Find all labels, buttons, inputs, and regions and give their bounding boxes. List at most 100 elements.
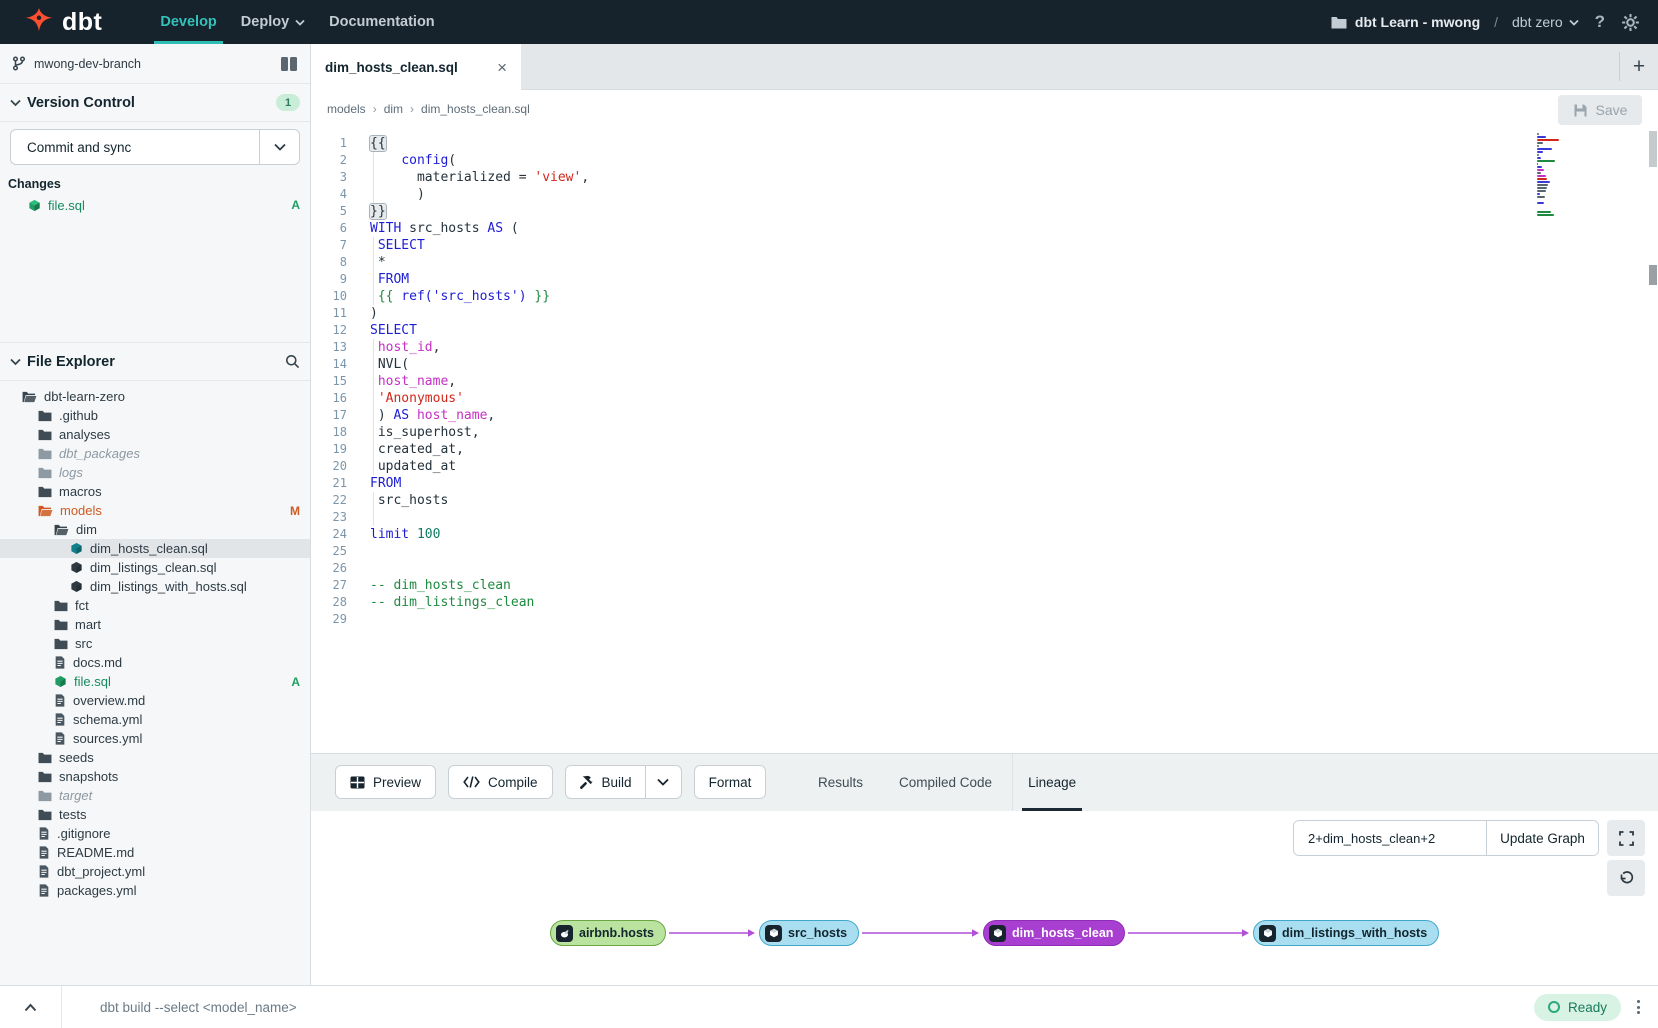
changed-file-row[interactable]: file.sql A [0,195,310,215]
kebab-menu-icon[interactable] [1637,1000,1640,1014]
code-line[interactable]: FROM [370,475,1528,492]
code-line[interactable]: ) [370,186,1528,203]
version-control-header[interactable]: Version Control 1 [0,84,310,122]
tree-item[interactable]: macros [0,482,310,501]
tree-item[interactable]: .gitignore [0,824,310,843]
save-button[interactable]: Save [1558,95,1642,125]
code-line[interactable]: src_hosts [370,492,1528,509]
breadcrumb-file[interactable]: dim_hosts_clean.sql [421,102,530,116]
tree-item[interactable]: overview.md [0,691,310,710]
lineage-node-dim-hosts-clean[interactable]: dim_hosts_clean [983,920,1125,946]
tree-item[interactable]: modelsM [0,501,310,520]
tab-lineage[interactable]: Lineage [1022,754,1082,811]
code-line[interactable]: host_name, [370,373,1528,390]
tree-item[interactable]: dim_listings_with_hosts.sql [0,577,310,596]
code-line[interactable]: host_id, [370,339,1528,356]
code-line[interactable] [370,543,1528,560]
lineage-canvas[interactable]: Update Graph airbnb.hosts src_hosts dim_ho… [311,811,1658,985]
fullscreen-button[interactable] [1607,820,1645,856]
tree-item[interactable]: dim [0,520,310,539]
close-icon[interactable]: × [497,59,507,76]
reset-view-button[interactable] [1607,860,1645,896]
code-line[interactable]: -- dim_hosts_clean [370,577,1528,594]
tree-item[interactable]: dbt_packages [0,444,310,463]
tree-item[interactable]: schema.yml [0,710,310,729]
gear-icon[interactable] [1621,13,1640,32]
code-line[interactable]: NVL( [370,356,1528,373]
tree-item[interactable]: .github [0,406,310,425]
code-line[interactable]: config( [370,152,1528,169]
code-line[interactable]: SELECT [370,237,1528,254]
tree-item[interactable]: dbt_project.yml [0,862,310,881]
panels-icon[interactable] [281,57,298,71]
tree-item[interactable]: dim_listings_clean.sql [0,558,310,577]
breadcrumb-dim[interactable]: dim [384,102,403,116]
dbt-logo[interactable]: dbt [24,7,102,37]
code-line[interactable]: ) AS host_name, [370,407,1528,424]
tree-item[interactable]: mart [0,615,310,634]
lineage-selector-input[interactable] [1294,821,1486,855]
tree-item[interactable]: snapshots [0,767,310,786]
code-line[interactable] [370,611,1528,628]
code-content[interactable]: {{ config( materialized = 'view', )}}WIT… [370,135,1528,628]
tab-compiled-code[interactable]: Compiled Code [893,754,998,811]
tree-item[interactable]: file.sqlA [0,672,310,691]
tree-item[interactable]: logs [0,463,310,482]
tree-item[interactable]: seeds [0,748,310,767]
code-line[interactable]: limit 100 [370,526,1528,543]
code-line[interactable]: WITH src_hosts AS ( [370,220,1528,237]
build-button[interactable]: Build [566,766,645,798]
search-icon[interactable] [285,354,300,369]
tree-item[interactable]: dbt-learn-zero [0,387,310,406]
minimap[interactable] [1537,133,1563,220]
commit-and-sync-button[interactable]: Commit and sync [10,129,300,165]
code-editor[interactable]: 1234567891011121314151617181920212223242… [311,128,1658,753]
file-explorer-header[interactable]: File Explorer [0,343,310,381]
tree-item[interactable]: README.md [0,843,310,862]
tree-item[interactable]: src [0,634,310,653]
tree-item[interactable]: sources.yml [0,729,310,748]
lineage-node-dim-listings-with-hosts[interactable]: dim_listings_with_hosts [1253,920,1439,946]
lineage-node-airbnb-hosts[interactable]: airbnb.hosts [550,920,666,946]
code-line[interactable]: {{ [370,135,1528,152]
breadcrumb-models[interactable]: models [327,102,366,116]
nav-item-deploy[interactable]: Deploy [229,0,317,44]
code-line[interactable]: 'Anonymous' [370,390,1528,407]
code-line[interactable]: ) [370,305,1528,322]
lineage-node-src-hosts[interactable]: src_hosts [759,920,859,946]
update-graph-button[interactable]: Update Graph [1486,821,1598,855]
tree-item[interactable]: target [0,786,310,805]
code-line[interactable]: SELECT [370,322,1528,339]
code-line[interactable]: is_superhost, [370,424,1528,441]
code-line[interactable]: updated_at [370,458,1528,475]
scrollbar-thumb[interactable] [1649,131,1657,167]
new-tab-button[interactable]: + [1626,55,1652,79]
tree-item[interactable]: dim_hosts_clean.sql [0,539,310,558]
code-line[interactable] [370,509,1528,526]
chevron-up-icon[interactable] [0,986,62,1028]
project-selector[interactable]: dbt Learn - mwong [1331,14,1480,30]
preview-button[interactable]: Preview [335,765,436,799]
help-icon[interactable]: ? [1593,12,1607,32]
code-line[interactable] [370,560,1528,577]
code-line[interactable]: * [370,254,1528,271]
code-line[interactable]: }} [370,203,1528,220]
command-input[interactable]: dbt build --select <model_name> [100,1000,1534,1015]
environment-selector[interactable]: dbt zero [1512,14,1579,30]
compile-button[interactable]: Compile [448,765,553,799]
nav-item-develop[interactable]: Develop [148,0,228,44]
format-button[interactable]: Format [694,765,767,799]
code-line[interactable]: created_at, [370,441,1528,458]
tree-item[interactable]: packages.yml [0,881,310,900]
editor-scrollbar[interactable] [1649,128,1657,753]
tree-item[interactable]: fct [0,596,310,615]
tab-results[interactable]: Results [812,754,869,811]
tree-item[interactable]: tests [0,805,310,824]
build-options-caret[interactable] [645,766,681,798]
code-line[interactable]: {{ ref('src_hosts') }} [370,288,1528,305]
code-line[interactable]: FROM [370,271,1528,288]
tree-item[interactable]: analyses [0,425,310,444]
code-line[interactable]: -- dim_listings_clean [370,594,1528,611]
commit-options-caret[interactable] [259,130,299,164]
tab-dim-hosts-clean[interactable]: dim_hosts_clean.sql × [311,44,521,91]
